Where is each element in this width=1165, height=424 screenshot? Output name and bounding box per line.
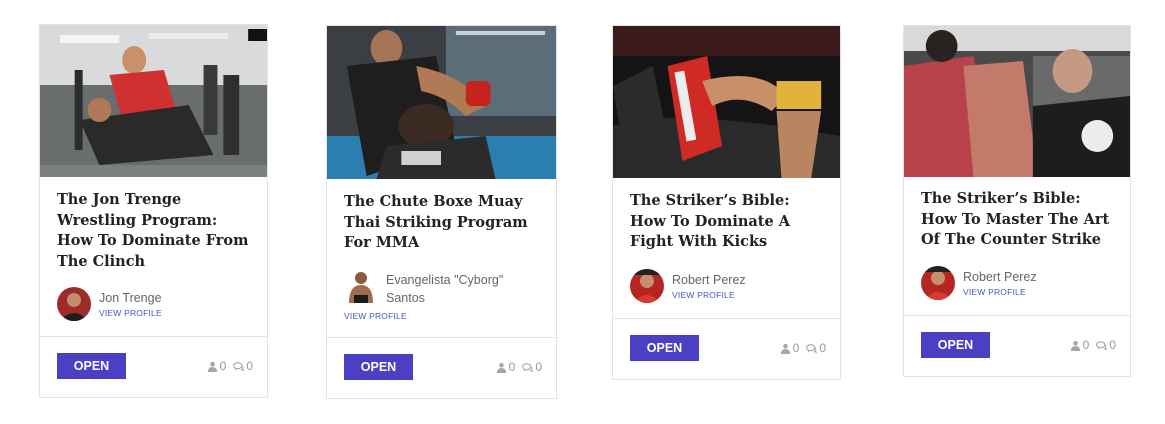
author-name[interactable]: Evangelista "Cyborg" Santos xyxy=(386,271,526,307)
user-icon xyxy=(1070,340,1080,351)
user-icon xyxy=(207,361,217,372)
students-count: 0 xyxy=(508,360,516,374)
open-button[interactable]: OPEN xyxy=(630,335,699,361)
course-title[interactable]: The Chute Boxe Muay Thai Striking Progra… xyxy=(344,192,542,254)
card-footer: OPEN 0 0 xyxy=(613,318,840,379)
card-stats: 0 0 xyxy=(1070,338,1116,352)
card-stats: 0 0 xyxy=(780,341,826,355)
view-profile-link[interactable]: VIEW PROFILE xyxy=(344,311,407,321)
comments-stat: 0 xyxy=(1096,338,1116,352)
author-name[interactable]: Robert Perez xyxy=(672,271,746,289)
course-thumbnail[interactable] xyxy=(40,25,267,177)
students-stat: 0 xyxy=(1070,338,1090,352)
course-card: The Chute Boxe Muay Thai Striking Progra… xyxy=(326,25,557,399)
comments-icon xyxy=(233,361,245,371)
students-stat: 0 xyxy=(496,360,516,374)
comments-icon xyxy=(1096,340,1108,350)
students-stat: 0 xyxy=(780,341,800,355)
view-profile-link[interactable]: VIEW PROFILE xyxy=(99,308,162,318)
avatar[interactable] xyxy=(921,266,955,300)
comments-count: 0 xyxy=(1109,338,1116,352)
comments-stat: 0 xyxy=(233,359,253,373)
author-block: Evangelista "Cyborg" Santos VIEW PROFILE xyxy=(344,269,546,323)
author-block: Robert Perez VIEW PROFILE xyxy=(921,266,1120,306)
students-count: 0 xyxy=(792,341,800,355)
students-count: 0 xyxy=(219,359,227,373)
author-block: Robert Perez VIEW PROFILE xyxy=(630,269,830,309)
card-stats: 0 0 xyxy=(496,360,542,374)
card-footer: OPEN 0 0 xyxy=(40,336,267,397)
course-thumbnail[interactable] xyxy=(904,26,1130,177)
comments-count: 0 xyxy=(819,341,826,355)
avatar[interactable] xyxy=(630,269,664,303)
course-thumbnail[interactable] xyxy=(327,26,556,179)
avatar[interactable] xyxy=(344,269,378,303)
open-button[interactable]: OPEN xyxy=(344,354,413,380)
comments-icon xyxy=(522,362,534,372)
course-title[interactable]: The Striker’s Bible: How To Master The A… xyxy=(921,189,1116,251)
comments-stat: 0 xyxy=(522,360,542,374)
course-card: The Striker’s Bible: How To Master The A… xyxy=(903,25,1131,377)
card-footer: OPEN 0 0 xyxy=(904,315,1130,376)
students-stat: 0 xyxy=(207,359,227,373)
open-button[interactable]: OPEN xyxy=(921,332,990,358)
comments-count: 0 xyxy=(246,359,253,373)
author-name[interactable]: Jon Trenge xyxy=(99,289,162,307)
course-thumbnail[interactable] xyxy=(613,26,840,178)
students-count: 0 xyxy=(1082,338,1090,352)
comments-icon xyxy=(806,343,818,353)
course-card: The Jon Trenge Wrestling Program: How To… xyxy=(39,24,268,398)
comments-count: 0 xyxy=(535,360,542,374)
card-footer: OPEN 0 0 xyxy=(327,337,556,398)
avatar[interactable] xyxy=(57,287,91,321)
course-title[interactable]: The Jon Trenge Wrestling Program: How To… xyxy=(57,190,253,272)
view-profile-link[interactable]: VIEW PROFILE xyxy=(672,290,735,300)
open-button[interactable]: OPEN xyxy=(57,353,126,379)
course-title[interactable]: The Striker’s Bible: How To Dominate A F… xyxy=(630,191,826,253)
card-stats: 0 0 xyxy=(207,359,253,373)
view-profile-link[interactable]: VIEW PROFILE xyxy=(963,287,1026,297)
author-name[interactable]: Robert Perez xyxy=(963,268,1037,286)
user-icon xyxy=(780,343,790,354)
user-icon xyxy=(496,362,506,373)
comments-stat: 0 xyxy=(806,341,826,355)
author-block: Jon Trenge VIEW PROFILE xyxy=(57,287,257,327)
course-card: The Striker’s Bible: How To Dominate A F… xyxy=(612,25,841,380)
